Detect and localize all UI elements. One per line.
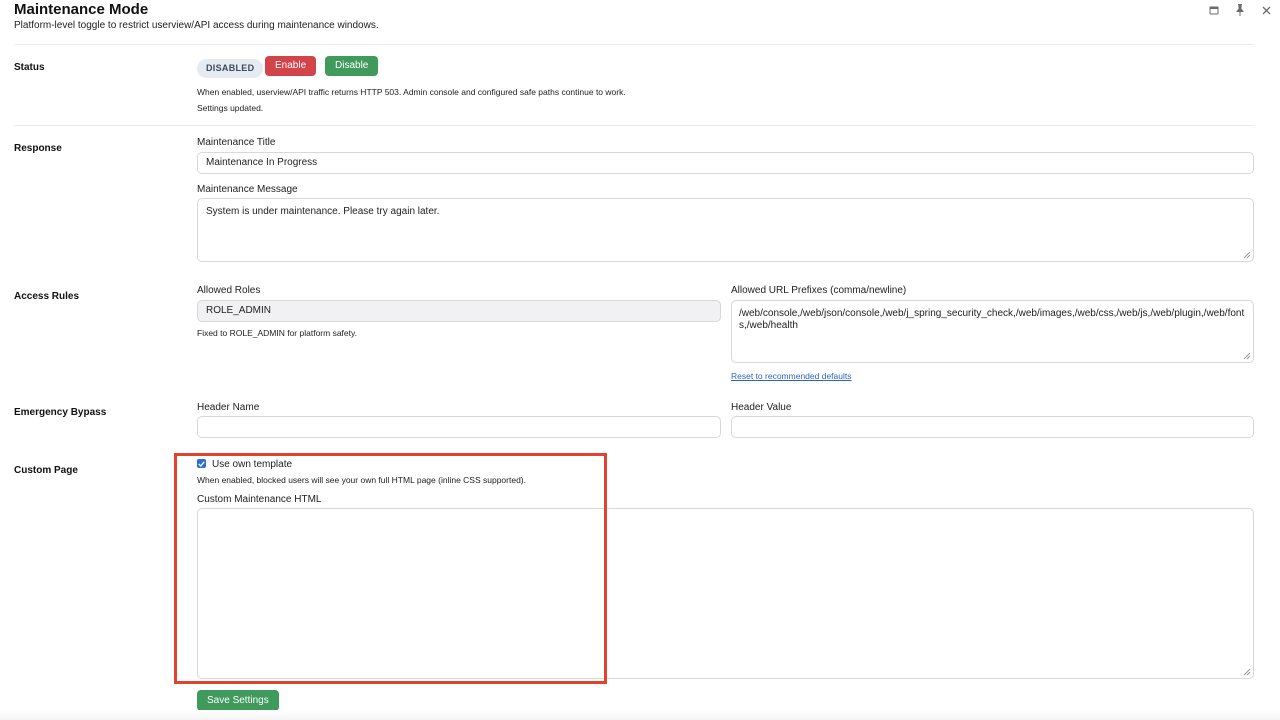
use-own-template-checkbox[interactable] <box>197 459 206 468</box>
header-value-input[interactable] <box>731 416 1254 438</box>
header-value-label: Header Value <box>731 402 792 413</box>
disable-button[interactable]: Disable <box>325 56 379 76</box>
header-name-label: Header Name <box>197 402 260 413</box>
custom-html-label: Custom Maintenance HTML <box>197 494 322 505</box>
maintenance-title-input[interactable]: Maintenance In Progress <box>197 152 1254 174</box>
custom-page-note: When enabled, blocked users will see you… <box>197 475 526 485</box>
page-subtitle: Platform-level toggle to restrict uservi… <box>14 20 379 31</box>
reset-defaults-link[interactable]: Reset to recommended defaults <box>731 371 851 381</box>
pin-icon[interactable] <box>1234 4 1246 16</box>
status-section-label: Status <box>14 62 45 73</box>
close-icon[interactable] <box>1260 4 1272 16</box>
window-controls <box>1208 4 1272 16</box>
allowed-prefixes-textarea[interactable]: /web/console,/web/json/console,/web/j_sp… <box>731 300 1254 363</box>
allowed-prefixes-text: /web/console,/web/json/console,/web/j_sp… <box>739 308 1245 331</box>
bottom-edge <box>0 710 1280 720</box>
divider <box>14 125 1254 126</box>
divider <box>14 44 1254 45</box>
allowed-roles-input: ROLE_ADMIN <box>197 300 721 322</box>
allowed-prefixes-label: Allowed URL Prefixes (comma/newline) <box>731 285 907 296</box>
resize-grip-icon[interactable] <box>1243 352 1251 360</box>
enable-button[interactable]: Enable <box>265 56 317 76</box>
page-header: Maintenance Mode Platform-level toggle t… <box>14 1 379 32</box>
resize-grip-icon[interactable] <box>1243 668 1251 676</box>
maintenance-message-textarea[interactable]: System is under maintenance. Please try … <box>197 198 1254 262</box>
custom-page-section-label: Custom Page <box>14 465 78 476</box>
access-rules-section-label: Access Rules <box>14 291 80 302</box>
maintenance-message-label: Maintenance Message <box>197 184 298 195</box>
bypass-section-label: Emergency Bypass <box>14 407 107 418</box>
custom-html-textarea[interactable] <box>197 508 1254 679</box>
panel-icon[interactable] <box>1208 4 1220 16</box>
maintenance-title-label: Maintenance Title <box>197 137 276 148</box>
use-own-template-label[interactable]: Use own template <box>212 459 292 470</box>
checkmark-icon <box>198 460 205 467</box>
response-section-label: Response <box>14 143 62 154</box>
allowed-roles-label: Allowed Roles <box>197 285 261 296</box>
resize-grip-icon[interactable] <box>1243 251 1251 259</box>
status-message: Settings updated. <box>197 103 264 113</box>
header-name-input[interactable] <box>197 416 721 438</box>
maintenance-message-text: System is under maintenance. Please try … <box>206 206 440 217</box>
status-badge: DISABLED <box>197 59 264 78</box>
status-note: When enabled, userview/API traffic retur… <box>197 87 626 97</box>
save-settings-button[interactable]: Save Settings <box>197 690 279 711</box>
page-title: Maintenance Mode <box>14 1 149 18</box>
allowed-roles-note: Fixed to ROLE_ADMIN for platform safety. <box>197 328 357 338</box>
